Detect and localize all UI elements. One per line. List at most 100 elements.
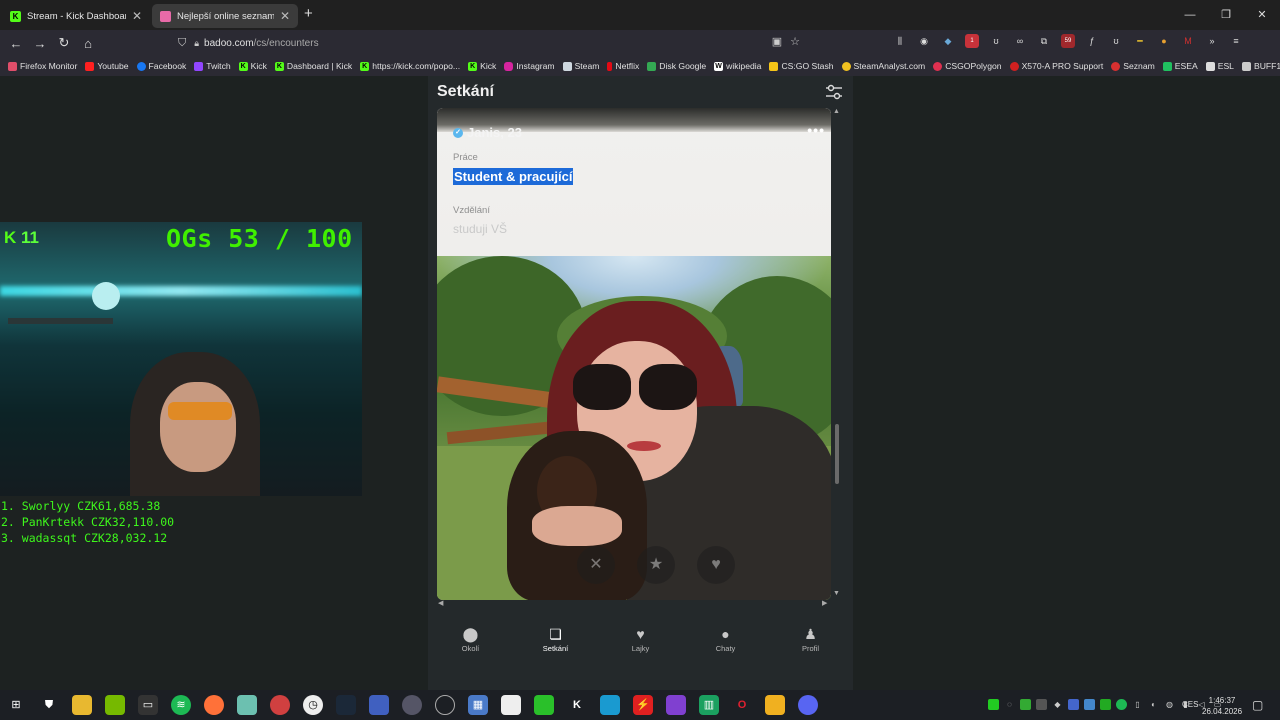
bookmark-item[interactable]: ESEA [1162, 61, 1198, 71]
steam-ext-icon[interactable]: ◆ [941, 34, 955, 48]
nvidia-icon[interactable] [105, 695, 125, 715]
new-tab-button[interactable]: + [304, 5, 313, 22]
app-icon[interactable]: ⚡ [633, 695, 653, 715]
ext-icon[interactable]: ƒ [1085, 34, 1099, 48]
bookmark-item[interactable]: SteamAnalyst.com [841, 61, 925, 71]
tray-icon[interactable] [1020, 699, 1031, 710]
tray-icon[interactable] [1084, 699, 1095, 710]
bookmark-item[interactable]: Facebook [136, 61, 186, 71]
app-icon[interactable] [369, 695, 389, 715]
close-tab-icon[interactable]: ✕ [280, 9, 290, 23]
close-window-icon[interactable]: ✕ [1244, 0, 1280, 30]
restore-icon[interactable]: ❐ [1208, 0, 1244, 30]
minimize-icon[interactable]: — [1172, 0, 1208, 30]
profile-photo[interactable]: ✕ ★ ♥ [437, 256, 831, 600]
scrollbar[interactable] [835, 424, 839, 484]
like-button[interactable]: ♥ [697, 546, 735, 584]
bookmark-item[interactable]: Wwikipedia [714, 61, 761, 71]
close-tab-icon[interactable]: ✕ [132, 9, 142, 23]
app-icon[interactable]: ▥ [699, 695, 719, 715]
tray-icon[interactable]: ▯ [1132, 699, 1143, 710]
bookmark-item[interactable]: K Kick [238, 61, 267, 71]
bookmark-item[interactable]: Disk Google [647, 61, 706, 71]
account-icon[interactable]: ◉ [917, 34, 931, 48]
terminal-icon[interactable]: ▭ [138, 695, 158, 715]
app-icon[interactable] [402, 695, 422, 715]
clock-app-icon[interactable]: ◷ [303, 695, 323, 715]
app-icon[interactable] [435, 695, 455, 715]
ext-icon[interactable]: ● [1157, 34, 1171, 48]
bookmark-item[interactable]: X570-A PRO Support [1009, 61, 1103, 71]
browser-tab-badoo[interactable]: Nejlepší online seznamka zdarma ✕ [152, 4, 298, 28]
library-icon[interactable]: ⫼ [893, 34, 907, 48]
app-icon[interactable] [765, 695, 785, 715]
kick-icon[interactable]: K [567, 695, 587, 715]
ext-icon[interactable]: ━ [1133, 34, 1147, 48]
superlike-button[interactable]: ★ [637, 546, 675, 584]
nav-okoli[interactable]: ⬤ Okolí [431, 626, 511, 666]
app-icon[interactable] [534, 695, 554, 715]
steam-tray-icon[interactable]: ◆ [1052, 699, 1063, 710]
nav-chaty[interactable]: ● Chaty [686, 626, 766, 666]
tray-icon[interactable]: ◐ [1148, 699, 1159, 710]
bookmark-item[interactable]: Steam [562, 61, 599, 71]
back-icon[interactable]: ← [4, 36, 28, 51]
bookmark-item[interactable]: Khttps://kick.com/popo... [360, 61, 460, 71]
more-options-icon[interactable]: ••• [807, 122, 825, 138]
profile-card[interactable]: ✓ Janis, 23 ••• Práce Student & pracujíc… [437, 108, 831, 600]
ext-icon[interactable]: M [1181, 34, 1195, 48]
windows-start-icon[interactable]: ⊞ [6, 695, 26, 715]
spotify-tray-icon[interactable] [1116, 699, 1127, 710]
browser-tab-kick-dashboard[interactable]: K Stream - Kick Dashboard ✕ [2, 4, 150, 28]
ext-badge-icon[interactable]: 1 [965, 34, 979, 48]
tray-icon[interactable] [1100, 699, 1111, 710]
tray-icon[interactable] [988, 699, 999, 710]
opera-icon[interactable]: O [732, 695, 752, 715]
puzzle-icon[interactable]: ⧉ [1037, 34, 1051, 48]
tray-icon[interactable] [1068, 699, 1079, 710]
nav-setkani[interactable]: ❏ Setkání [516, 626, 596, 666]
app-icon[interactable] [666, 695, 686, 715]
language-indicator[interactable]: CES [1182, 700, 1198, 709]
bookmark-item[interactable]: ESL [1205, 61, 1234, 71]
lock-icon[interactable]: 🔒︎ [194, 38, 199, 49]
discord-icon[interactable] [798, 695, 818, 715]
steam-icon[interactable] [336, 695, 356, 715]
app-icon[interactable] [600, 695, 620, 715]
nav-profil[interactable]: ♟ Profil [771, 626, 851, 666]
tray-icon[interactable]: ◍ [1164, 699, 1175, 710]
scroll-right-arrow-icon[interactable]: ▶ [822, 599, 827, 607]
bookmark-item[interactable]: Seznam [1111, 61, 1155, 71]
bookmark-item[interactable]: CSGOPolygon [933, 61, 1002, 71]
ext-icon[interactable]: ʊ [1109, 34, 1123, 48]
bookmark-item[interactable]: K Kick [468, 61, 496, 71]
reload-icon[interactable]: ↻ [52, 35, 76, 51]
scroll-left-arrow-icon[interactable]: ◀ [438, 599, 443, 607]
app-icon[interactable] [270, 695, 290, 715]
bookmark-item[interactable]: Instagram [504, 61, 555, 71]
security-icon[interactable]: ⛊ [39, 695, 59, 715]
home-icon[interactable]: ⌂ [76, 36, 100, 51]
bookmark-item[interactable]: Firefox Monitor [8, 61, 77, 71]
tray-icon[interactable] [1036, 699, 1047, 710]
scroll-up-arrow-icon[interactable]: ▲ [833, 108, 840, 115]
bookmark-item[interactable]: CS:GO Stash [769, 61, 834, 71]
app-icon[interactable] [237, 695, 257, 715]
notifications-icon[interactable]: ▢ [1252, 698, 1263, 712]
dislike-button[interactable]: ✕ [577, 546, 615, 584]
bookmark-item[interactable]: Netflix [607, 61, 639, 71]
calculator-icon[interactable]: ▦ [468, 695, 488, 715]
address-bar[interactable]: ⛉ 🔒︎ badoo.com /cs/encounters ▣☆ [178, 33, 816, 53]
ext-icon[interactable]: ʊ [989, 34, 1003, 48]
file-explorer-icon[interactable] [72, 695, 92, 715]
firefox-icon[interactable] [204, 695, 224, 715]
nav-lajky[interactable]: ♥ Lajky [601, 626, 681, 666]
spotify-icon[interactable]: ≋ [171, 695, 191, 715]
overflow-chevron-icon[interactable]: » [1205, 34, 1219, 48]
filter-settings-icon[interactable] [825, 84, 843, 100]
scroll-down-arrow-icon[interactable]: ▼ [833, 590, 840, 597]
bookmark-item[interactable]: K Dashboard | Kick [274, 61, 352, 71]
clock[interactable]: 1:46:37 26.04.2026 [1202, 695, 1242, 717]
tray-icon[interactable]: ◌ [1004, 699, 1015, 710]
ext-icon[interactable]: ∞ [1013, 34, 1027, 48]
